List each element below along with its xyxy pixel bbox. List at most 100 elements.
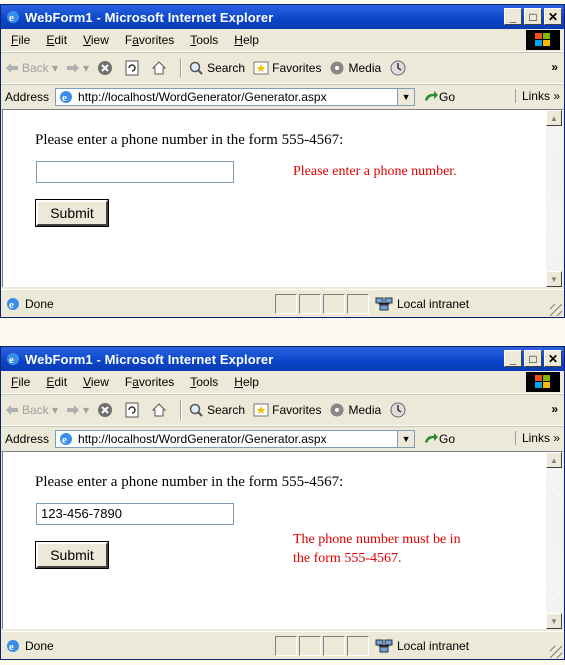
ie-icon: e: [7, 353, 19, 366]
scroll-down-icon[interactable]: ▼: [546, 271, 562, 287]
phone-prompt: Please enter a phone number in the form …: [35, 132, 344, 148]
page-icon: e: [60, 433, 73, 446]
submit-button[interactable]: Submit: [35, 199, 109, 227]
favorites-button[interactable]: Favorites: [253, 60, 321, 76]
window-title: WebForm1 - Microsoft Internet Explorer: [25, 9, 274, 25]
svg-text:e: e: [9, 641, 14, 653]
ie-icon: e: [7, 11, 19, 24]
menu-tools[interactable]: Tools: [190, 33, 218, 47]
vertical-scrollbar[interactable]: ▲ ▼: [546, 451, 563, 629]
vertical-scrollbar[interactable]: ▲ ▼: [546, 109, 563, 287]
address-field[interactable]: e http://localhost/WordGenerator/Generat…: [55, 430, 416, 448]
go-button[interactable]: Go: [423, 90, 455, 104]
refresh-button[interactable]: [124, 60, 143, 76]
intranet-icon: [375, 297, 393, 311]
submit-button[interactable]: Submit: [35, 541, 109, 569]
toolbar-chevron-icon[interactable]: »: [551, 60, 558, 74]
media-button[interactable]: Media: [329, 60, 381, 76]
search-button[interactable]: Search: [188, 60, 245, 76]
menu-file[interactable]: File: [11, 375, 30, 389]
links-label: Links: [521, 431, 550, 445]
zone-text: Local intranet: [397, 639, 470, 653]
scroll-up-icon[interactable]: ▲: [546, 110, 562, 126]
favorites-button[interactable]: Favorites: [253, 402, 321, 418]
media-label: Media: [348, 403, 382, 417]
toolbar-chevron-icon[interactable]: »: [551, 402, 558, 416]
back-label: Back: [22, 403, 49, 417]
close-icon[interactable]: ✕: [544, 350, 562, 367]
menu-tools[interactable]: Tools: [190, 375, 218, 389]
media-label: Media: [348, 61, 382, 75]
forward-button[interactable]: ▾: [66, 403, 89, 417]
search-button[interactable]: Search: [188, 402, 245, 418]
chevron-down-icon[interactable]: ▼: [397, 89, 415, 105]
scroll-down-icon[interactable]: ▼: [546, 613, 562, 629]
home-button[interactable]: [151, 60, 170, 76]
address-url: http://localhost/WordGenerator/Generator…: [78, 90, 327, 104]
menu-file[interactable]: File: [11, 33, 30, 47]
links-label: Links: [521, 89, 550, 103]
maximize-icon[interactable]: □: [524, 8, 542, 25]
address-field[interactable]: e http://localhost/WordGenerator/Generat…: [55, 88, 416, 106]
menu-favorites[interactable]: Favorites: [125, 33, 174, 47]
status-done: e Done: [5, 296, 275, 312]
address-bar: Address e http://localhost/WordGenerator…: [1, 426, 564, 452]
stop-icon: [98, 61, 113, 75]
search-icon: [189, 403, 203, 417]
menu-bar: File Edit View Favorites Tools Help: [1, 29, 564, 52]
menu-edit[interactable]: Edit: [46, 375, 67, 389]
windows-logo-icon: [526, 372, 560, 392]
minimize-icon[interactable]: _: [504, 8, 522, 25]
validation-error: Please enter a phone number.: [293, 162, 457, 181]
phone-input[interactable]: 123-456-7890: [36, 503, 234, 525]
maximize-icon[interactable]: □: [524, 350, 542, 367]
stop-button[interactable]: [97, 60, 116, 76]
menu-edit[interactable]: Edit: [46, 33, 67, 47]
svg-text:e: e: [62, 434, 67, 446]
history-button[interactable]: [389, 401, 410, 419]
minimize-icon[interactable]: _: [504, 350, 522, 367]
scroll-up-icon[interactable]: ▲: [546, 452, 562, 468]
page-content: Please enter a phone number in the form …: [2, 451, 546, 629]
resize-grip-icon[interactable]: [550, 304, 562, 316]
error-line: Please enter a phone number.: [293, 164, 457, 179]
history-button[interactable]: [389, 59, 410, 77]
svg-text:e: e: [9, 299, 14, 311]
favorites-icon: [253, 61, 269, 75]
menu-help[interactable]: Help: [234, 375, 259, 389]
status-bar: e Done Local intranet: [1, 631, 564, 659]
stop-button[interactable]: [97, 402, 116, 418]
status-done: e Done: [5, 638, 275, 654]
menu-favorites[interactable]: Favorites: [125, 375, 174, 389]
menu-view[interactable]: View: [83, 375, 109, 389]
forward-button[interactable]: ▾: [66, 61, 89, 75]
back-button[interactable]: Back ▾: [5, 403, 58, 417]
go-button[interactable]: Go: [423, 432, 455, 446]
phone-input[interactable]: [36, 161, 234, 183]
search-icon: [189, 61, 203, 75]
home-button[interactable]: [151, 402, 170, 418]
page-icon: e: [60, 91, 73, 104]
go-label: Go: [439, 432, 456, 446]
media-button[interactable]: Media: [329, 402, 381, 418]
windows-logo-icon: [526, 30, 560, 50]
menu-help[interactable]: Help: [234, 33, 259, 47]
favorites-label: Favorites: [272, 61, 322, 75]
title-bar[interactable]: e WebForm1 - Microsoft Internet Explorer…: [1, 347, 564, 371]
go-label: Go: [439, 90, 456, 104]
security-zone: Local intranet: [375, 294, 469, 314]
back-button[interactable]: Back ▾: [5, 61, 58, 75]
links-button[interactable]: Links »: [514, 89, 560, 103]
links-button[interactable]: Links »: [514, 431, 560, 445]
page-done-icon: e: [7, 640, 19, 653]
title-bar[interactable]: e WebForm1 - Microsoft Internet Explorer…: [1, 5, 564, 29]
refresh-button[interactable]: [124, 402, 143, 418]
zone-text: Local intranet: [397, 297, 470, 311]
resize-grip-icon[interactable]: [550, 646, 562, 658]
menu-view[interactable]: View: [83, 33, 109, 47]
phone-prompt: Please enter a phone number in the form …: [35, 474, 344, 490]
chevron-down-icon[interactable]: ▼: [397, 431, 415, 447]
window-title: WebForm1 - Microsoft Internet Explorer: [25, 351, 274, 367]
close-icon[interactable]: ✕: [544, 8, 562, 25]
menu-bar: File Edit View Favorites Tools Help: [1, 371, 564, 394]
